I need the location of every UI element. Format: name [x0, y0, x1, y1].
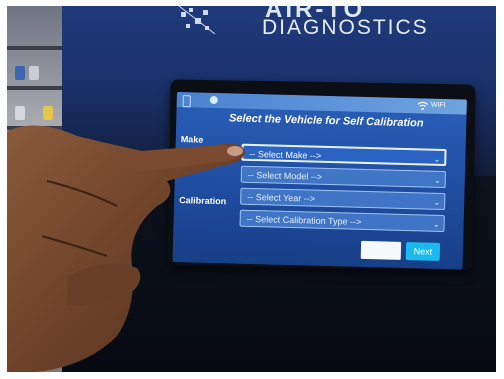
photo: AIR-TO DIAGNOSTICS WIFI Select the Vehic… [7, 6, 496, 372]
pointing-hand [7, 125, 245, 372]
